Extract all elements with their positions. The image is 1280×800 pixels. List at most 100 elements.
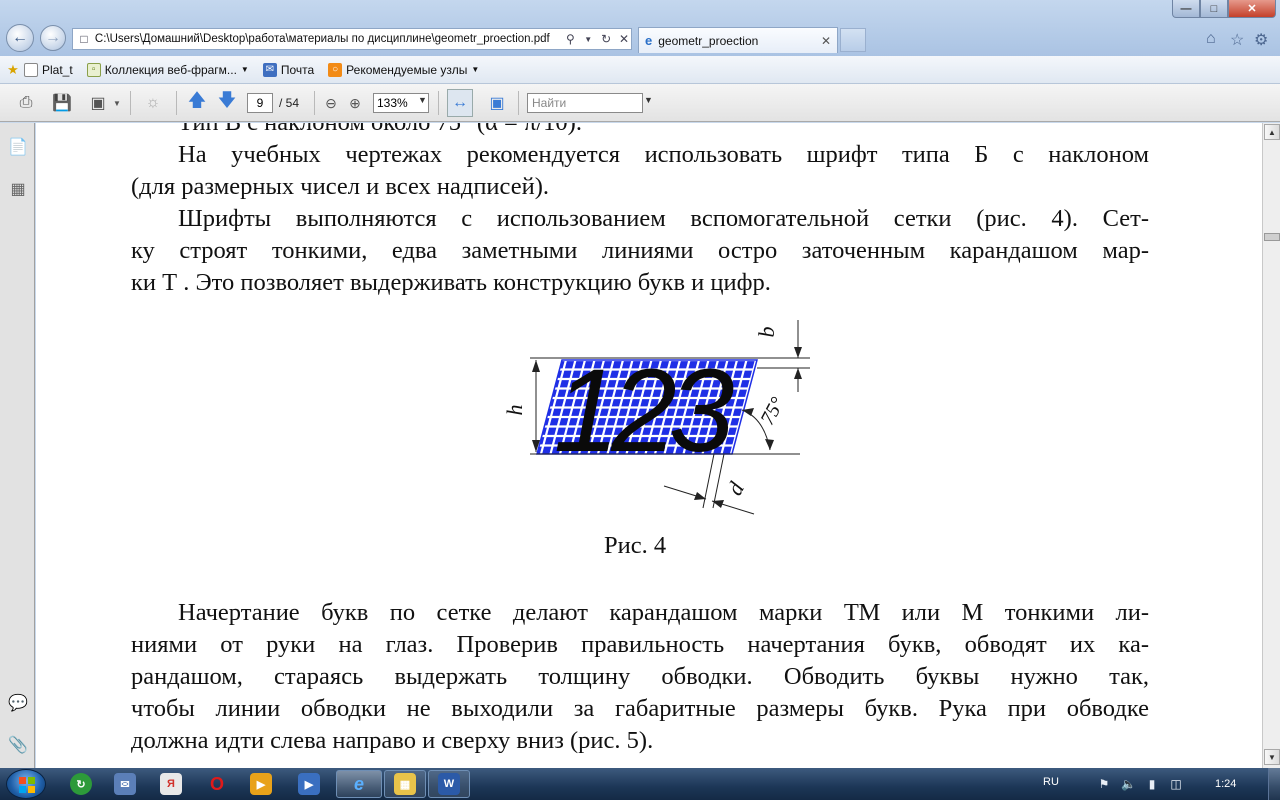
pdf-toolbar: ⎙ 💾 ▣ ▼ ☼ 🡅 🡇 9 / 54 ⊖ ⊕ 133% ▼ ↔ ▣ Найт… bbox=[0, 84, 1280, 122]
media-player-icon[interactable]: ▶ bbox=[250, 773, 272, 795]
minimize-button[interactable]: — bbox=[1172, 0, 1200, 18]
toolbar-separator bbox=[130, 91, 131, 115]
stop-icon[interactable]: ✕ bbox=[617, 32, 631, 46]
attachments-panel-icon[interactable]: ▦ bbox=[8, 179, 28, 199]
scroll-down-button[interactable]: ▼ bbox=[1264, 749, 1280, 765]
new-tab-button[interactable] bbox=[840, 28, 866, 52]
arrow-icon bbox=[694, 492, 706, 500]
favorite-web-slice-gallery[interactable]: ▫ Коллекция веб-фрагм... ▼ bbox=[86, 62, 249, 77]
toolbar-separator bbox=[314, 91, 315, 115]
fit-width-button[interactable]: ↔ bbox=[447, 89, 473, 117]
label-h: h bbox=[502, 405, 527, 416]
close-window-button[interactable]: ✕ bbox=[1228, 0, 1276, 18]
favorite-mail[interactable]: ✉ Почта bbox=[262, 62, 315, 77]
favorite-plat-t[interactable]: ★ Plat_t bbox=[6, 62, 73, 77]
paragraph-3: Начертание букв по сетке делают карандаш… bbox=[131, 597, 1149, 757]
battery-icon[interactable]: ▮ bbox=[1145, 777, 1159, 791]
comment-icon[interactable]: ☼ bbox=[140, 92, 166, 114]
zoom-out-button[interactable]: ⊖ bbox=[322, 92, 340, 114]
paragraph-2: Шрифты выполняются с использованием вспо… bbox=[131, 203, 1149, 299]
previous-page-button[interactable]: 🡅 bbox=[186, 90, 208, 114]
next-page-button[interactable]: 🡇 bbox=[216, 90, 238, 114]
word-icon[interactable]: W bbox=[438, 773, 460, 795]
favorite-suggested-sites[interactable]: ○ Рекомендуемые узлы ▼ bbox=[328, 62, 479, 77]
scroll-thumb[interactable] bbox=[1264, 233, 1280, 241]
arrow-down-icon bbox=[794, 347, 802, 358]
folder-icon[interactable]: ▦ bbox=[394, 773, 416, 795]
yandex-icon[interactable]: Я bbox=[160, 773, 182, 795]
clock[interactable]: 1:24 bbox=[1215, 778, 1236, 790]
chevron-down-icon[interactable]: ▼ bbox=[644, 95, 653, 105]
flag-icon[interactable]: ⚑ bbox=[1097, 777, 1111, 791]
text-line: На учебных чертежах рекомендуется исполь… bbox=[178, 141, 1149, 168]
text-line: Тип В с наклоном около 75° (α = π/10). bbox=[131, 123, 1149, 139]
chevron-down-icon[interactable]: ▼ bbox=[581, 35, 595, 44]
tab-geometr-proection[interactable]: e geometr_proection ✕ bbox=[638, 27, 838, 53]
find-input[interactable]: Найти bbox=[527, 93, 643, 113]
text-line: рандашом, стараясь выдержать толщину обв… bbox=[131, 663, 1149, 690]
zoom-in-button[interactable]: ⊕ bbox=[346, 92, 364, 114]
toolbar-separator bbox=[176, 91, 177, 115]
refresh-icon[interactable]: ↻ bbox=[599, 32, 613, 46]
partial-line: Тип В с наклоном около 75° (α = π/10). bbox=[131, 123, 1149, 139]
chevron-down-icon[interactable]: ▼ bbox=[112, 92, 122, 114]
tab-title: geometr_proection bbox=[658, 33, 759, 48]
text-line: (для размерных чисел и всех надписей). bbox=[131, 173, 549, 200]
favorite-label: Почта bbox=[280, 62, 315, 77]
forward-button[interactable]: → bbox=[40, 25, 66, 51]
text-line: чтобы линии обводки не выходили за габар… bbox=[131, 695, 1149, 722]
arrow-up-icon bbox=[532, 360, 540, 372]
sample-digits: 123 bbox=[554, 345, 734, 477]
favorite-label: Рекомендуемые узлы bbox=[346, 62, 468, 77]
print-icon[interactable]: ⎙ bbox=[14, 92, 38, 114]
save-icon[interactable]: 💾 bbox=[50, 92, 74, 114]
paragraph-1: На учебных чертежах рекомендуется исполь… bbox=[131, 139, 1149, 203]
search-icon[interactable]: ⚲ bbox=[563, 32, 577, 46]
text-line: должна идти слева направо и сверху вниз … bbox=[131, 727, 654, 754]
chevron-down-icon: ▼ bbox=[240, 65, 249, 74]
gear-icon[interactable]: ⚙ bbox=[1254, 30, 1268, 50]
pages-panel-icon[interactable]: 📄 bbox=[8, 137, 28, 157]
vertical-scrollbar[interactable]: ▲ ▼ bbox=[1262, 123, 1280, 768]
page-icon bbox=[24, 62, 38, 77]
taskbar-app-icon[interactable]: ↻ bbox=[70, 773, 92, 795]
language-indicator[interactable]: RU bbox=[1043, 776, 1059, 788]
comments-panel-icon[interactable]: 💬 bbox=[8, 693, 28, 713]
maximize-button[interactable]: □ bbox=[1200, 0, 1228, 18]
ie-icon[interactable]: e bbox=[348, 773, 370, 795]
figure-font-grid: 123 h b 75° d bbox=[502, 320, 810, 515]
pdf-navigation-panel: 📄 ▦ 💬 📎 bbox=[0, 123, 35, 768]
favorites-star-icon[interactable]: ☆ bbox=[1230, 30, 1244, 50]
page-total: / 54 bbox=[279, 96, 300, 110]
back-button[interactable]: ← bbox=[6, 24, 34, 52]
suggested-sites-icon: ○ bbox=[328, 62, 343, 77]
volume-icon[interactable]: 🔈 bbox=[1121, 777, 1136, 791]
page-number-input[interactable]: 9 bbox=[247, 93, 273, 113]
home-icon[interactable]: ⌂ bbox=[1206, 30, 1216, 48]
speaker-app-icon[interactable]: ▶ bbox=[298, 773, 320, 795]
web-slice-icon: ▫ bbox=[86, 62, 101, 77]
show-desktop-button[interactable] bbox=[1268, 768, 1280, 800]
chevron-down-icon[interactable]: ▼ bbox=[418, 95, 427, 105]
mail-icon[interactable]: ✉ bbox=[114, 773, 136, 795]
toolbar-separator bbox=[518, 91, 519, 115]
arrow-right-icon: → bbox=[45, 29, 61, 46]
close-tab-icon[interactable]: ✕ bbox=[821, 34, 831, 48]
ie-icon: e bbox=[645, 33, 653, 48]
text-line: ку строят тонкими, едва заметными линиям… bbox=[131, 237, 1149, 264]
browser-titlebar: ← → □ C:\Users\Домашний\Desktop\работа\м… bbox=[0, 0, 1280, 56]
fit-page-button[interactable]: ▣ bbox=[484, 92, 510, 114]
network-icon[interactable]: ◫ bbox=[1169, 777, 1183, 791]
scroll-up-button[interactable]: ▲ bbox=[1264, 124, 1280, 140]
favorite-label: Коллекция веб-фрагм... bbox=[104, 62, 237, 77]
toolbar-separator bbox=[438, 91, 439, 115]
acrobat-tools-icon[interactable]: ▣ bbox=[86, 92, 110, 114]
arrow-icon bbox=[765, 439, 774, 450]
label-angle: 75° bbox=[756, 394, 789, 429]
start-button[interactable] bbox=[6, 769, 46, 799]
paperclip-icon[interactable]: 📎 bbox=[8, 735, 28, 755]
text-line: Шрифты выполняются с использованием вспо… bbox=[178, 205, 1149, 232]
opera-icon[interactable]: O bbox=[206, 773, 228, 795]
address-input[interactable]: C:\Users\Домашний\Desktop\работа\материа… bbox=[95, 33, 560, 45]
address-bar[interactable]: □ C:\Users\Домашний\Desktop\работа\матер… bbox=[72, 28, 632, 50]
